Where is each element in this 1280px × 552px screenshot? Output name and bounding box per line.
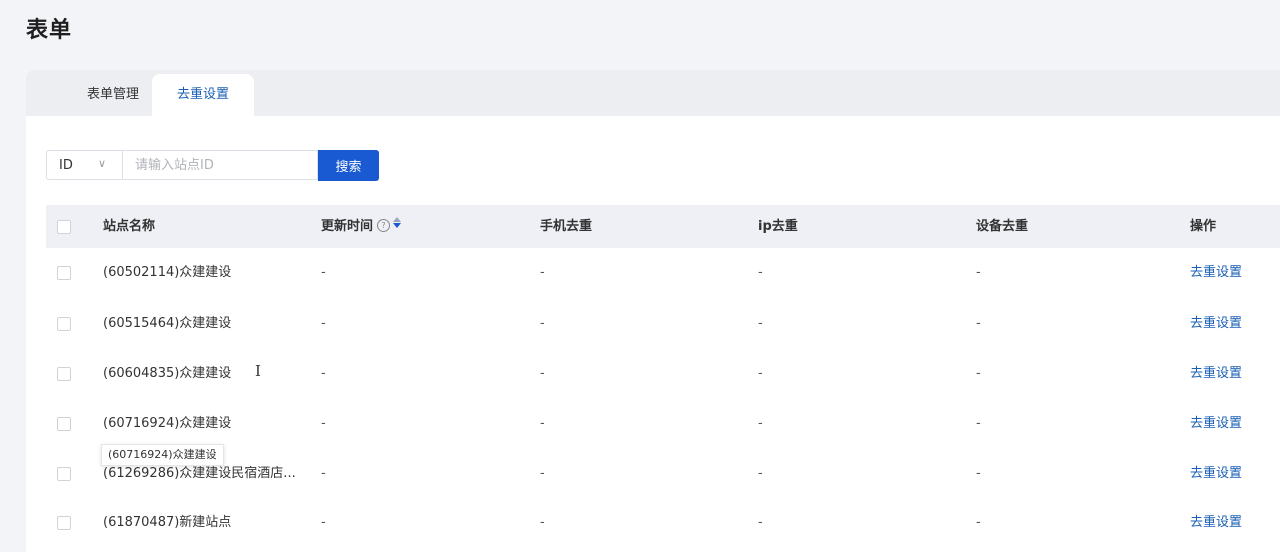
header-updated-time: 更新时间?: [321, 205, 402, 248]
dedup-settings-link[interactable]: 去重设置: [1190, 349, 1242, 399]
row-checkbox[interactable]: [57, 467, 71, 481]
cell-updated-time: -: [321, 366, 326, 381]
row-checkbox[interactable]: [57, 266, 71, 280]
table-row: (61870487)新建站点 - - - - 去重设置: [46, 498, 1280, 548]
table-row: (60604835)众建建设 - - - - 去重设置: [46, 349, 1280, 399]
text-cursor-icon: I: [255, 362, 261, 380]
header-updated-label: 更新时间: [321, 219, 374, 234]
cell-updated-time: -: [321, 466, 326, 481]
cell-device-dedup: -: [976, 466, 981, 481]
select-all-checkbox[interactable]: [57, 220, 71, 234]
cell-phone-dedup: -: [540, 466, 545, 481]
sort-icon[interactable]: [393, 216, 402, 229]
header-phone-dedup: 手机去重: [540, 219, 593, 234]
cell-device-dedup: -: [976, 366, 981, 381]
search-button[interactable]: 搜索: [318, 150, 379, 181]
cell-device-dedup: -: [976, 265, 981, 280]
header-device-dedup: 设备去重: [976, 219, 1029, 234]
cell-ip-dedup: -: [758, 265, 763, 280]
cell-device-dedup: -: [976, 316, 981, 331]
tab-dedup-settings[interactable]: 去重设置: [152, 74, 254, 116]
cell-ip-dedup: -: [758, 316, 763, 331]
main-card: 表单管理 去重设置 ID ∨ 搜索 站点名称 更新时间? 手机去重 ip去重 设…: [26, 70, 1280, 552]
row-checkbox[interactable]: [57, 317, 71, 331]
dedup-settings-link[interactable]: 去重设置: [1190, 399, 1242, 449]
search-field-select[interactable]: ID ∨: [46, 150, 122, 180]
cell-phone-dedup: -: [540, 416, 545, 431]
cell-site-name: (60716924)众建建设: [103, 416, 232, 431]
cell-site-name: (61870487)新建站点: [103, 515, 232, 530]
cell-phone-dedup: -: [540, 316, 545, 331]
site-id-search-input[interactable]: [122, 150, 318, 180]
cell-phone-dedup: -: [540, 265, 545, 280]
tooltip: (60716924)众建建设: [101, 444, 224, 466]
table-row: (60502114)众建建设 - - - - 去重设置: [46, 248, 1280, 298]
header-ip-dedup: ip去重: [758, 219, 798, 234]
cell-updated-time: -: [321, 515, 326, 530]
cell-ip-dedup: -: [758, 515, 763, 530]
page-title: 表单: [26, 18, 73, 43]
cell-updated-time: -: [321, 416, 326, 431]
dedup-settings-link[interactable]: 去重设置: [1190, 449, 1242, 499]
cell-site-name: (60515464)众建建设: [103, 316, 232, 331]
table-header: 站点名称 更新时间? 手机去重 ip去重 设备去重 操作: [46, 205, 1280, 248]
table-row: (60515464)众建建设 - - - - 去重设置: [46, 299, 1280, 349]
cell-site-name: (60502114)众建建设: [103, 265, 232, 280]
row-checkbox[interactable]: [57, 516, 71, 530]
header-action: 操作: [1190, 219, 1217, 234]
table-row: (61269286)众建建设民宿酒店... - - - - 去重设置: [46, 449, 1280, 499]
cell-ip-dedup: -: [758, 416, 763, 431]
header-site-name: 站点名称: [103, 219, 156, 234]
cell-device-dedup: -: [976, 416, 981, 431]
search-field-value: ID: [59, 158, 73, 173]
cell-updated-time: -: [321, 316, 326, 331]
cell-site-name: (60604835)众建建设: [103, 366, 232, 381]
dedup-settings-link[interactable]: 去重设置: [1190, 248, 1242, 298]
chevron-down-icon: ∨: [98, 157, 107, 170]
dedup-settings-link[interactable]: 去重设置: [1190, 498, 1242, 548]
table-row: (60716924)众建建设 - - - - 去重设置: [46, 399, 1280, 449]
help-circle-icon[interactable]: ?: [377, 219, 391, 232]
cell-ip-dedup: -: [758, 466, 763, 481]
tab-bar: 表单管理 去重设置: [26, 70, 1280, 116]
dedup-settings-link[interactable]: 去重设置: [1190, 299, 1242, 349]
row-checkbox[interactable]: [57, 367, 71, 381]
row-checkbox[interactable]: [57, 417, 71, 431]
cell-device-dedup: -: [976, 515, 981, 530]
cell-phone-dedup: -: [540, 515, 545, 530]
cell-updated-time: -: [321, 265, 326, 280]
cell-ip-dedup: -: [758, 366, 763, 381]
cell-phone-dedup: -: [540, 366, 545, 381]
